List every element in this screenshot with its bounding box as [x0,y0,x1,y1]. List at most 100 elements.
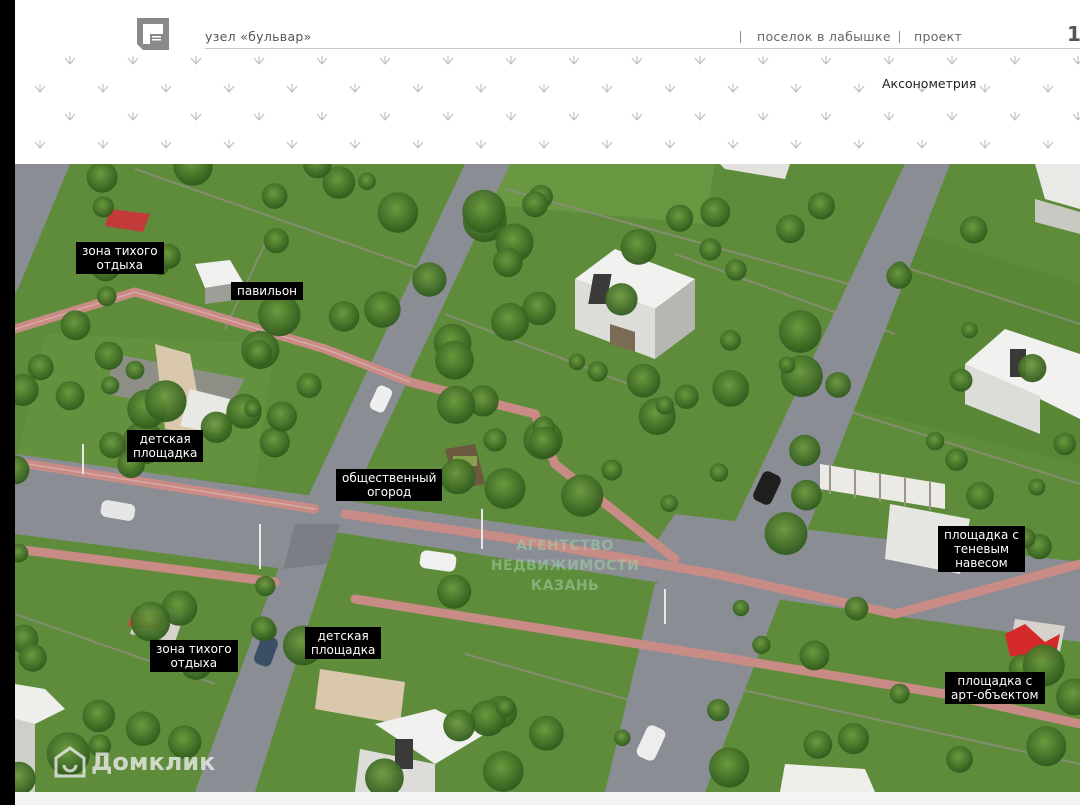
arrow-mark [127,56,139,65]
arrow-mark [538,140,550,149]
arrow-mark [475,84,487,93]
tree [99,431,126,459]
arrow-mark [34,140,46,149]
arrow-mark [412,84,424,93]
tree [960,216,988,244]
tree [18,643,47,672]
arrow-mark [253,112,265,121]
tree [435,340,474,380]
arrow-mark [190,112,202,121]
arrow-mark [568,112,580,121]
arrow-mark [190,56,202,65]
arrow-mark [316,112,328,121]
tree [245,339,273,367]
arrow-mark [412,140,424,149]
axonometric-site-plan: АГЕНТСТВО НЕДВИЖИМОСТИ КАЗАНЬ зона тихог… [15,164,1080,792]
arrow-mark [160,140,172,149]
tree [55,381,85,411]
tree [700,197,731,228]
tree [92,196,114,218]
arrow-mark [349,140,361,149]
tree [412,262,447,297]
sheet-header: узел «бульвар» поселок в лабышке проект … [15,0,1080,164]
arrow-mark [946,112,958,121]
tree [244,400,262,418]
arrow-mark [883,56,895,65]
crumb-separator [740,31,741,43]
tree [825,372,851,398]
label-pavilion: павильон [231,282,303,300]
tree [255,575,276,597]
tree [1053,432,1076,456]
label-shade-area: площадка с теневым навесом [938,526,1025,572]
arrow-mark [979,140,991,149]
tree [778,356,796,374]
label-community-garden: общественный огород [336,469,443,501]
label-quiet-zone-top: зона тихого отдыха [76,242,164,274]
tree [674,384,699,409]
header-divider [205,48,1080,49]
tree [250,616,276,641]
tree [699,238,722,261]
arrow-mark [631,56,643,65]
arrow-mark [664,84,676,93]
tree [493,247,523,278]
crumb-project[interactable]: проект [914,29,962,44]
tree [1026,726,1067,767]
tree [491,302,529,341]
arrow-mark [946,56,958,65]
tree [587,361,608,382]
tree [483,428,507,452]
arrow-mark [223,140,235,149]
arrow-mark [790,84,802,93]
tree [966,481,994,510]
tree [443,709,476,742]
label-playground-bottom: детская площадка [305,627,382,659]
arrow-mark [1072,112,1080,121]
tree [666,204,694,232]
arrow-mark [442,56,454,65]
site-plan-drawing [15,164,1080,792]
tree [96,286,117,307]
tree [803,730,833,759]
arrow-mark [790,140,802,149]
arrow-mark [64,112,76,121]
tree [725,259,747,281]
tree [732,599,750,617]
tree [709,463,729,482]
tree [626,363,661,398]
arrow-mark [505,112,517,121]
tree [437,574,472,609]
arrow-mark [727,140,739,149]
tree [125,360,145,380]
label-quiet-zone-bottom: зона тихого отдыха [150,640,238,672]
view-title: Аксонометрия [882,76,977,91]
tree [807,192,835,220]
tree [620,228,657,265]
tree [439,458,476,495]
tree [328,301,360,332]
domclick-wordmark: Домклик [91,748,216,776]
arrow-mark [916,140,928,149]
arrow-mark [601,84,613,93]
arrow-mark [757,56,769,65]
tree [844,596,869,621]
tree [484,467,526,509]
tree [660,494,678,512]
tree [613,729,631,747]
tree [568,353,586,371]
arrow-mark [34,84,46,93]
crumb-settlement[interactable]: поселок в лабышке [757,29,891,44]
tree [605,283,638,316]
arrow-pattern [34,56,1080,149]
tree [437,385,476,424]
arrow-mark [475,140,487,149]
arrow-mark [1042,140,1054,149]
tree [764,512,808,555]
tree [94,341,124,370]
tree [789,434,821,467]
tree [778,310,822,353]
tree [601,459,623,481]
arrow-mark [820,112,832,121]
domclick-logo-icon [54,746,86,778]
